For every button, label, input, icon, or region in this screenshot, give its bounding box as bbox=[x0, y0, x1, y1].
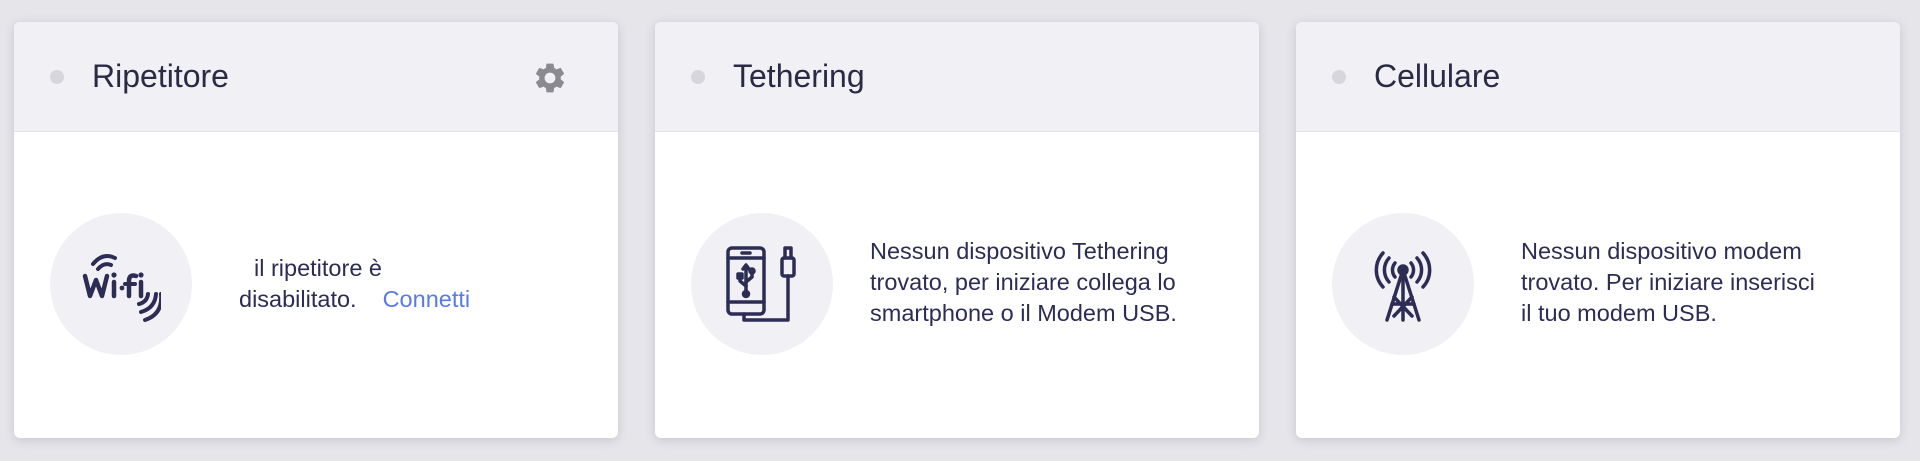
message-line: trovato, per iniziare collega lo bbox=[870, 269, 1176, 295]
status-message: Nessun dispositivo Tethering trovato, pe… bbox=[870, 236, 1240, 329]
message-line: disabilitato. Connetti bbox=[239, 284, 579, 315]
message-line: il tuo modem USB. bbox=[1521, 300, 1717, 326]
card-title: Tethering bbox=[733, 58, 865, 94]
card-ripetitore: Ripetitore il ripetitore è disabilitato.… bbox=[14, 22, 618, 438]
card-header: Cellulare bbox=[1296, 22, 1900, 132]
cell-tower-icon bbox=[1374, 251, 1432, 322]
status-dot bbox=[50, 70, 64, 84]
connect-link[interactable]: Connetti bbox=[383, 286, 471, 312]
connections-panel: Ripetitore il ripetitore è disabilitato.… bbox=[0, 0, 1920, 461]
status-message: il ripetitore è disabilitato. Connetti bbox=[239, 253, 579, 315]
icon-circle bbox=[1332, 213, 1474, 355]
message-line: Nessun dispositivo modem bbox=[1521, 238, 1802, 264]
gear-icon[interactable] bbox=[532, 60, 568, 96]
card-cellulare: Cellulare Nessun dispositivo modem trova… bbox=[1296, 22, 1900, 438]
message-line: Nessun dispositivo Tethering bbox=[870, 238, 1169, 264]
card-header: Tethering bbox=[655, 22, 1259, 132]
message-line: smartphone o il Modem USB. bbox=[870, 300, 1177, 326]
status-message: Nessun dispositivo modem trovato. Per in… bbox=[1521, 236, 1881, 329]
card-header: Ripetitore bbox=[14, 22, 618, 132]
card-title: Ripetitore bbox=[92, 58, 229, 94]
card-title: Cellulare bbox=[1374, 58, 1501, 94]
message-text: disabilitato. bbox=[239, 286, 357, 312]
status-dot bbox=[691, 70, 705, 84]
status-dot bbox=[1332, 70, 1346, 84]
card-tethering: Tethering Nessun dispositivo Tethering t… bbox=[655, 22, 1259, 438]
icon-circle bbox=[50, 213, 192, 355]
wifi-icon bbox=[82, 254, 161, 322]
icon-circle bbox=[691, 213, 833, 355]
message-line: il ripetitore è bbox=[254, 255, 382, 281]
usb-smartphone-icon bbox=[726, 246, 796, 322]
message-line: trovato. Per iniziare inserisci bbox=[1521, 269, 1815, 295]
